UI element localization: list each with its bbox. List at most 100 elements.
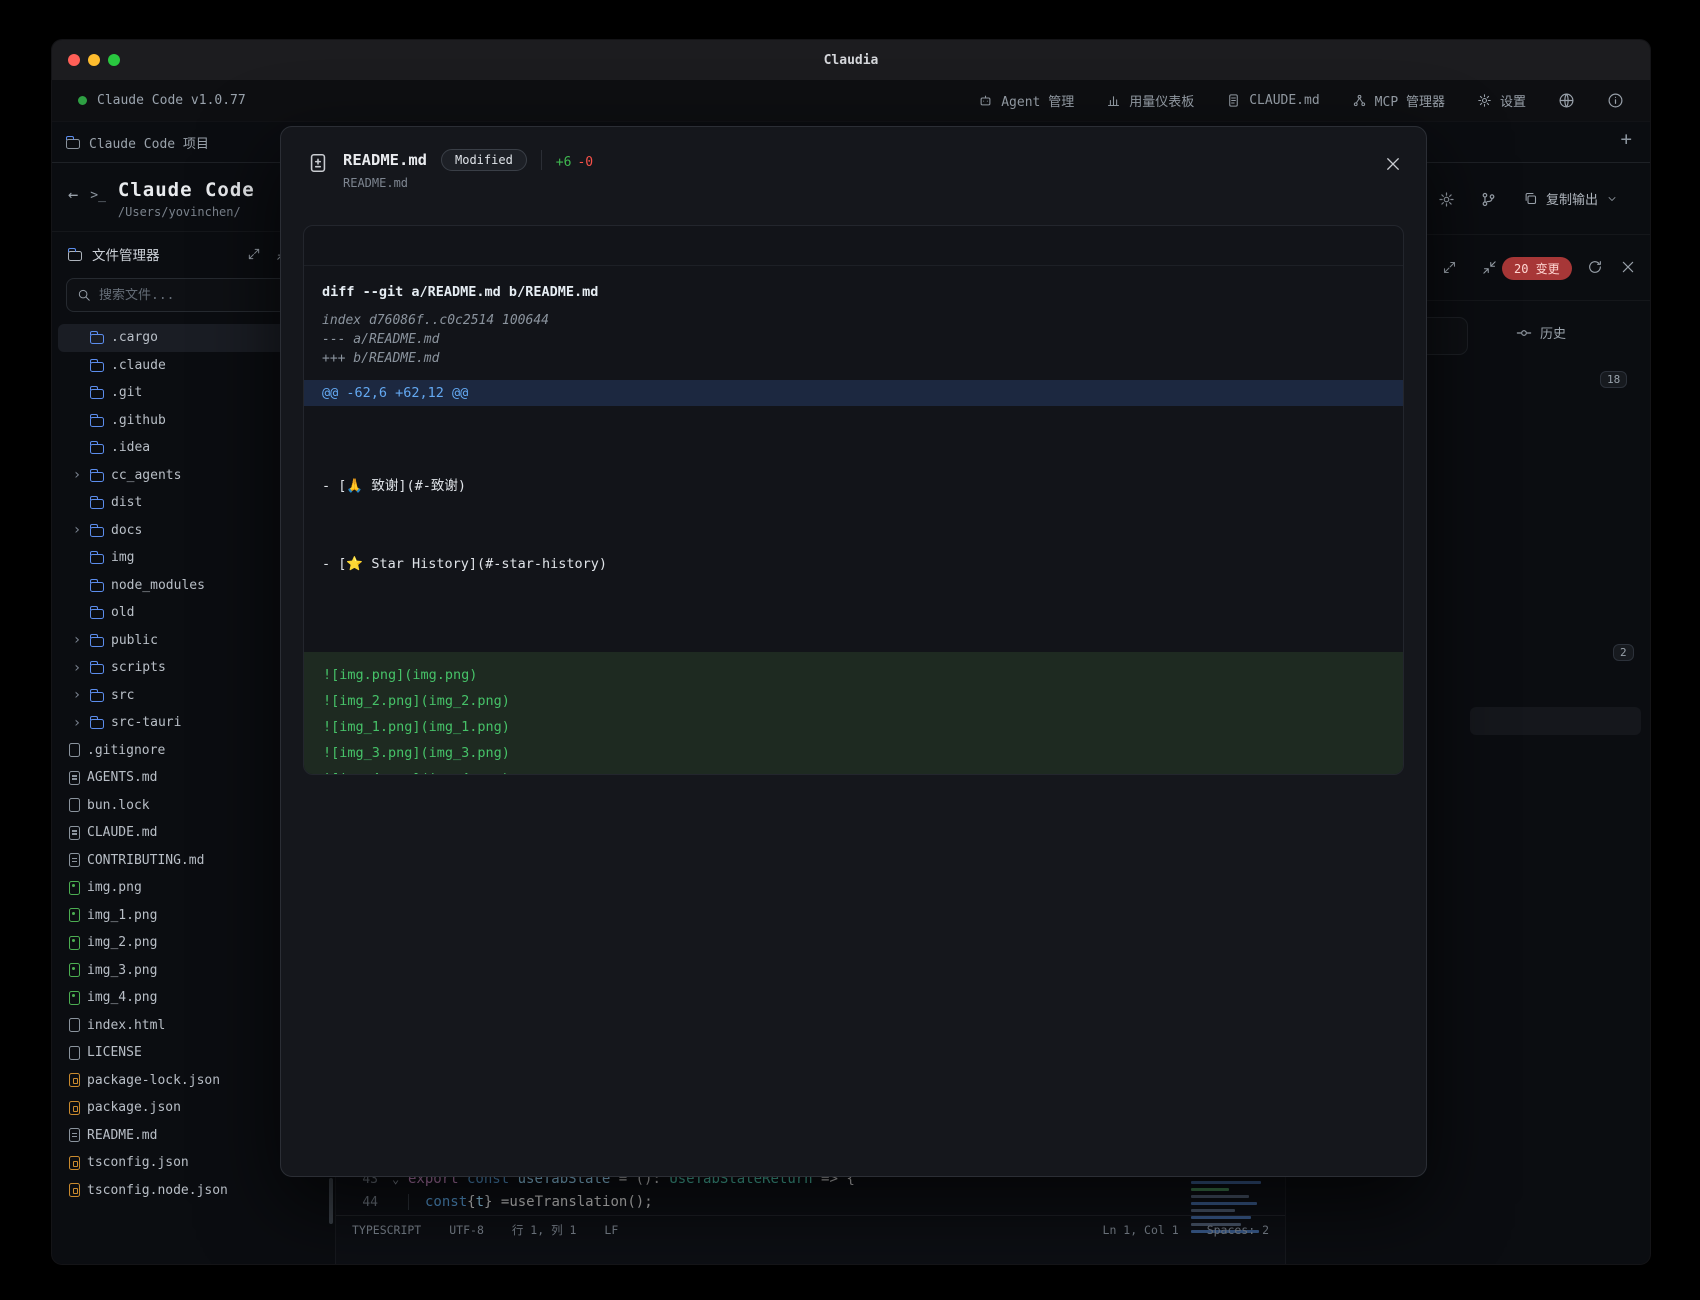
folder-icon [90, 554, 104, 564]
deletions-count: -0 [577, 155, 593, 170]
added-lines-block: ![img.png](img.png) ![img_2.png](img_2.p… [304, 652, 1403, 775]
modal-subtitle: README.md [343, 176, 593, 190]
chevron-down-icon [1606, 193, 1618, 205]
app-version: Claude Code v1.0.77 [97, 93, 246, 108]
folder-icon [90, 334, 104, 344]
minimize-window-button[interactable] [88, 54, 100, 66]
menu-agent-manager[interactable]: Agent 管理 [978, 91, 1074, 110]
app-header: Claude Code v1.0.77 Agent 管理 用量仪表板 CLAUD… [52, 80, 1650, 122]
copy-output-button[interactable]: 复制输出 [1523, 189, 1618, 208]
editor-status-bar: TYPESCRIPT UTF-8 行 1, 列 1 LF Ln 1, Col 1… [336, 1215, 1285, 1243]
additions-count: +6 [556, 155, 572, 170]
info-button[interactable] [1607, 92, 1624, 109]
menu-mcp-manager[interactable]: MCP 管理器 [1352, 91, 1445, 110]
agent-icon [978, 93, 993, 108]
modal-close-icon[interactable] [1384, 155, 1402, 173]
status-encoding[interactable]: UTF-8 [449, 1223, 484, 1237]
file-icon [69, 743, 80, 757]
status-cursor-cn[interactable]: 行 1, 列 1 [512, 1222, 577, 1238]
code-line: 44 const { t } = useTranslation(); [336, 1190, 653, 1214]
folder-icon [90, 389, 104, 399]
chevron-right-icon: › [71, 523, 83, 537]
gear-icon[interactable] [1438, 191, 1455, 208]
status-cursor-en[interactable]: Ln 1, Col 1 [1103, 1223, 1179, 1237]
menu-settings[interactable]: 设置 [1477, 91, 1526, 110]
status-spaces[interactable]: Spaces: 2 [1207, 1223, 1269, 1237]
modal-title: README.md [343, 151, 427, 169]
modified-badge: Modified [441, 149, 527, 171]
traffic-lights [68, 54, 120, 66]
json-file-icon [69, 1101, 80, 1115]
chevron-right-icon: › [71, 633, 83, 647]
folder-icon [90, 719, 104, 729]
chevron-right-icon: › [71, 688, 83, 702]
count-badge: 18 [1600, 371, 1627, 388]
menu-usage-dashboard[interactable]: 用量仪表板 [1106, 91, 1194, 110]
maximize-window-button[interactable] [108, 54, 120, 66]
history-button[interactable]: 历史 [1516, 323, 1566, 342]
menu-claude-md[interactable]: CLAUDE.md [1226, 93, 1319, 108]
back-arrow-icon[interactable]: ← [68, 185, 78, 219]
hunk-header: @@ -62,6 +62,12 @@ [304, 380, 1403, 406]
folder-icon [90, 637, 104, 647]
expand-icon[interactable] [1442, 260, 1457, 275]
status-eol[interactable]: LF [604, 1223, 618, 1237]
image-file-icon [69, 991, 80, 1005]
file-manager-label: 文件管理器 [92, 244, 160, 264]
gear-icon [1477, 93, 1492, 108]
folder-icon [68, 251, 82, 261]
status-dot-icon [78, 96, 87, 105]
sidebar-scrollbar[interactable] [329, 1178, 333, 1224]
file-icon [69, 1046, 80, 1060]
collapse-icon[interactable] [1482, 260, 1497, 275]
folder-icon [66, 139, 80, 149]
file-diff-icon [307, 152, 329, 174]
diff-git-line: diff --git a/README.md b/README.md [322, 282, 1385, 302]
app-window: Claudia Claude Code v1.0.77 Agent 管理 用量仪… [52, 40, 1650, 1264]
app-menu: Agent 管理 用量仪表板 CLAUDE.md MCP 管理器 设置 [978, 91, 1624, 110]
diff-panel: diff --git a/README.md b/README.md index… [303, 225, 1404, 775]
expand-icon[interactable] [247, 247, 261, 261]
json-file-icon [69, 1073, 80, 1087]
context-lines: - [🙏 致谢](#-致谢) - [⭐ Star History](#-star… [322, 421, 1385, 629]
modal-header: README.md Modified +6 -0 README.md [281, 127, 1426, 190]
image-file-icon [69, 908, 80, 922]
language-globe-button[interactable] [1558, 92, 1575, 109]
folder-icon [90, 444, 104, 454]
markdown-file-icon [69, 853, 80, 867]
folder-icon [90, 692, 104, 702]
json-file-icon [69, 1183, 80, 1197]
terminal-prompt-icon: >_ [90, 188, 106, 219]
refresh-icon[interactable] [1587, 259, 1603, 275]
info-icon [1607, 92, 1624, 109]
divider [541, 150, 542, 170]
file-icon [69, 798, 80, 812]
chevron-right-icon: › [71, 468, 83, 482]
window-title: Claudia [824, 53, 879, 68]
project-title: Claude Code [118, 179, 255, 201]
folder-icon [90, 527, 104, 537]
file-icon [69, 1018, 80, 1032]
globe-icon [1558, 92, 1575, 109]
list-row[interactable] [1470, 707, 1641, 735]
close-window-button[interactable] [68, 54, 80, 66]
titlebar: Claudia [52, 40, 1650, 80]
tree-item[interactable]: tsconfig.node.json [58, 1177, 329, 1205]
status-language[interactable]: TYPESCRIPT [352, 1223, 421, 1237]
search-input[interactable] [99, 288, 310, 303]
json-file-icon [69, 1156, 80, 1170]
image-file-icon [69, 936, 80, 950]
folder-icon [90, 362, 104, 372]
tab-claude-code-project[interactable]: Claude Code 项目 [66, 133, 209, 152]
diff-panel-header [304, 226, 1403, 266]
git-branch-icon[interactable] [1480, 191, 1497, 208]
project-path: /Users/yovinchen/ [118, 205, 255, 219]
image-file-icon [69, 881, 80, 895]
folder-icon [90, 664, 104, 674]
chevron-right-icon: › [71, 661, 83, 675]
new-tab-button[interactable]: + [1621, 130, 1632, 149]
close-icon[interactable] [1620, 259, 1636, 275]
usage-chart-icon [1106, 93, 1121, 108]
history-icon [1516, 325, 1532, 341]
changes-count-badge: 20 变更 [1502, 257, 1572, 280]
